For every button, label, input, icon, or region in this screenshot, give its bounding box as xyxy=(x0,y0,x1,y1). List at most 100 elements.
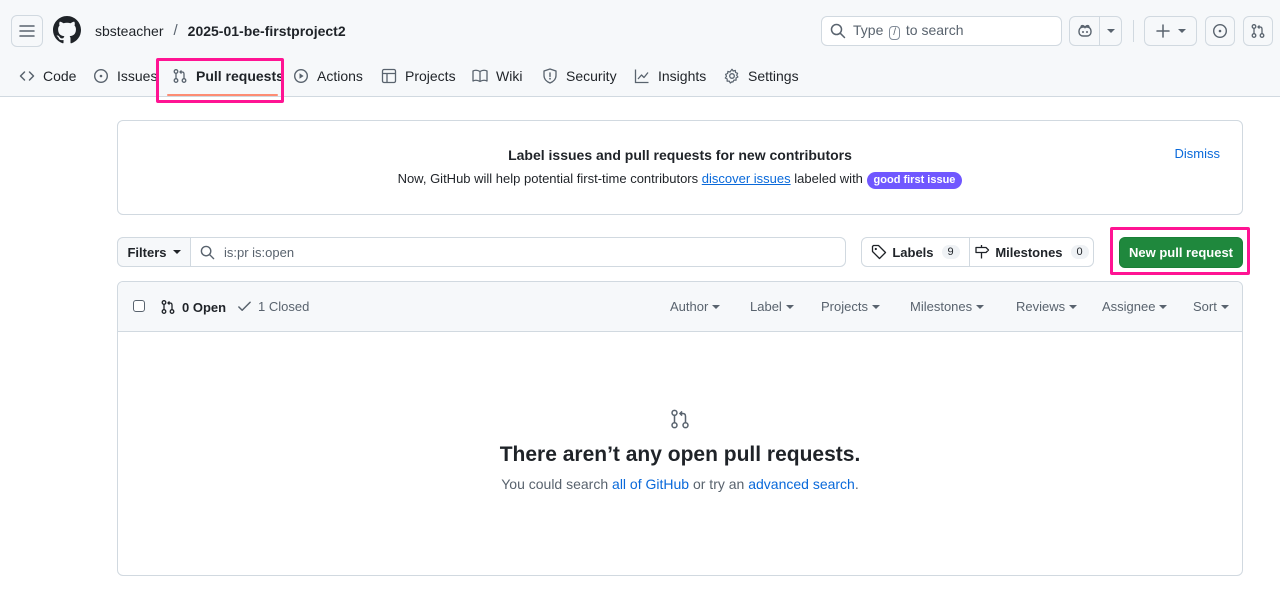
app-header: sbsteacher / 2025-01-be-firstproject2 Ty… xyxy=(0,0,1280,97)
chevron-down-icon xyxy=(1177,29,1186,33)
advanced-search-link[interactable]: advanced search xyxy=(748,476,855,492)
open-filter-link[interactable]: 0 Open xyxy=(160,299,226,315)
breadcrumb: sbsteacher / 2025-01-be-firstproject2 xyxy=(95,22,346,39)
tab-security[interactable]: Security xyxy=(542,64,617,88)
new-contributors-banner: Label issues and pull requests for new c… xyxy=(117,120,1243,215)
empty-state-title: There aren’t any open pull requests. xyxy=(499,443,861,466)
labels-milestones-group: Labels 9 Milestones 0 xyxy=(861,237,1094,267)
table-icon xyxy=(381,68,397,84)
chevron-down-icon xyxy=(172,250,181,254)
check-icon xyxy=(238,301,251,311)
reviews-menu[interactable]: Reviews xyxy=(1016,299,1078,314)
chevron-down-icon xyxy=(785,304,794,309)
filter-query: is:pr is:open xyxy=(224,244,295,260)
search-input[interactable]: Type / to search xyxy=(821,16,1062,46)
dismiss-button[interactable]: Dismiss xyxy=(1175,146,1221,161)
tab-label: Code xyxy=(43,68,77,84)
search-icon xyxy=(830,23,846,39)
milestones-label: Milestones xyxy=(995,244,1063,260)
git-pull-request-icon xyxy=(161,300,175,314)
tab-wiki[interactable]: Wiki xyxy=(472,64,522,88)
play-icon xyxy=(293,68,309,84)
tab-label: Insights xyxy=(658,68,707,84)
tab-label: Security xyxy=(566,68,617,84)
hamburger-icon xyxy=(19,25,35,37)
your-pull-requests-button[interactable] xyxy=(1243,16,1273,46)
create-new-button[interactable] xyxy=(1144,16,1197,46)
author-menu[interactable]: Author xyxy=(670,299,721,314)
all-of-github-link[interactable]: all of GitHub xyxy=(612,476,689,492)
discover-issues-link[interactable]: discover issues xyxy=(702,171,791,186)
banner-text: Now, GitHub will help potential first-ti… xyxy=(118,171,1242,189)
banner-title: Label issues and pull requests for new c… xyxy=(508,147,852,163)
good-first-issue-label: good first issue xyxy=(866,172,963,189)
issue-opened-icon xyxy=(1212,23,1228,39)
repo-nav: Code Issues Pull requests Actions Projec… xyxy=(0,60,1280,97)
closed-filter-link[interactable]: 1 Closed xyxy=(237,299,309,314)
tab-label: Wiki xyxy=(496,68,523,84)
closed-count: 1 Closed xyxy=(258,299,310,314)
label-menu[interactable]: Label xyxy=(750,299,794,314)
labels-label: Labels xyxy=(892,244,934,260)
assignee-menu[interactable]: Assignee xyxy=(1102,299,1168,314)
global-menu-button[interactable] xyxy=(11,15,43,47)
tab-pull-requests[interactable]: Pull requests xyxy=(172,64,284,88)
tab-projects[interactable]: Projects xyxy=(381,64,456,88)
search-input[interactable]: is:pr is:open xyxy=(191,238,845,266)
labels-count: 9 xyxy=(941,245,960,259)
tab-code[interactable]: Code xyxy=(19,64,76,88)
tab-label: Projects xyxy=(405,68,456,84)
issue-opened-icon xyxy=(93,68,109,84)
tab-actions[interactable]: Actions xyxy=(293,64,363,88)
search-placeholder: Type / to search xyxy=(853,22,964,40)
search-icon xyxy=(200,245,215,259)
shield-icon xyxy=(543,68,557,84)
chevron-down-icon xyxy=(976,304,985,309)
filter-bar: Filters is:pr is:open xyxy=(117,237,846,267)
slash-key-hint: / xyxy=(889,26,901,40)
tab-issues[interactable]: Issues xyxy=(93,64,157,88)
active-tab-underline xyxy=(167,94,278,96)
your-issues-button[interactable] xyxy=(1205,16,1235,46)
tab-label: Actions xyxy=(317,68,363,84)
filters-label: Filters xyxy=(127,244,167,260)
chevron-down-icon xyxy=(1220,304,1229,309)
header-divider xyxy=(1133,20,1134,42)
projects-menu[interactable]: Projects xyxy=(821,299,880,314)
repo-name-link[interactable]: 2025-01-be-firstproject2 xyxy=(188,23,346,39)
tab-label: Issues xyxy=(117,68,158,84)
github-logo-icon[interactable] xyxy=(53,16,81,44)
chevron-down-icon xyxy=(1159,304,1168,309)
copilot-dropdown-button[interactable] xyxy=(1100,17,1121,45)
copilot-icon xyxy=(1077,24,1092,37)
tab-insights[interactable]: Insights xyxy=(634,64,706,88)
milestones-menu[interactable]: Milestones xyxy=(910,299,985,314)
git-pull-request-icon xyxy=(173,69,187,83)
tag-icon xyxy=(872,244,887,260)
empty-state-text: You could search all of GitHub or try an… xyxy=(501,476,859,492)
chevron-down-icon xyxy=(1069,304,1078,309)
pull-request-list: 0 Open 1 Closed Author Label Projects Mi… xyxy=(117,281,1243,576)
tab-label: Settings xyxy=(748,68,799,84)
new-pull-request-button[interactable]: New pull request xyxy=(1119,237,1243,268)
filters-button[interactable]: Filters xyxy=(118,238,191,266)
repo-owner-link[interactable]: sbsteacher xyxy=(95,23,163,39)
milestones-button[interactable]: Milestones 0 xyxy=(970,238,1093,266)
sort-menu[interactable]: Sort xyxy=(1193,299,1229,314)
labels-button[interactable]: Labels 9 xyxy=(862,238,970,266)
chevron-down-icon xyxy=(712,304,721,309)
git-pull-request-icon xyxy=(1251,24,1265,38)
gear-icon xyxy=(724,68,739,84)
tab-settings[interactable]: Settings xyxy=(724,64,799,88)
milestone-icon xyxy=(975,245,990,259)
graph-icon xyxy=(634,69,649,84)
git-pull-request-icon xyxy=(671,409,689,429)
copilot-button[interactable] xyxy=(1070,17,1100,45)
select-all-checkbox[interactable] xyxy=(133,300,145,312)
copilot-button-group xyxy=(1069,16,1122,46)
chevron-down-icon xyxy=(871,304,880,309)
tab-label: Pull requests xyxy=(196,68,284,84)
milestones-count: 0 xyxy=(1070,245,1089,259)
book-icon xyxy=(472,69,488,83)
open-count: 0 Open xyxy=(182,299,227,315)
